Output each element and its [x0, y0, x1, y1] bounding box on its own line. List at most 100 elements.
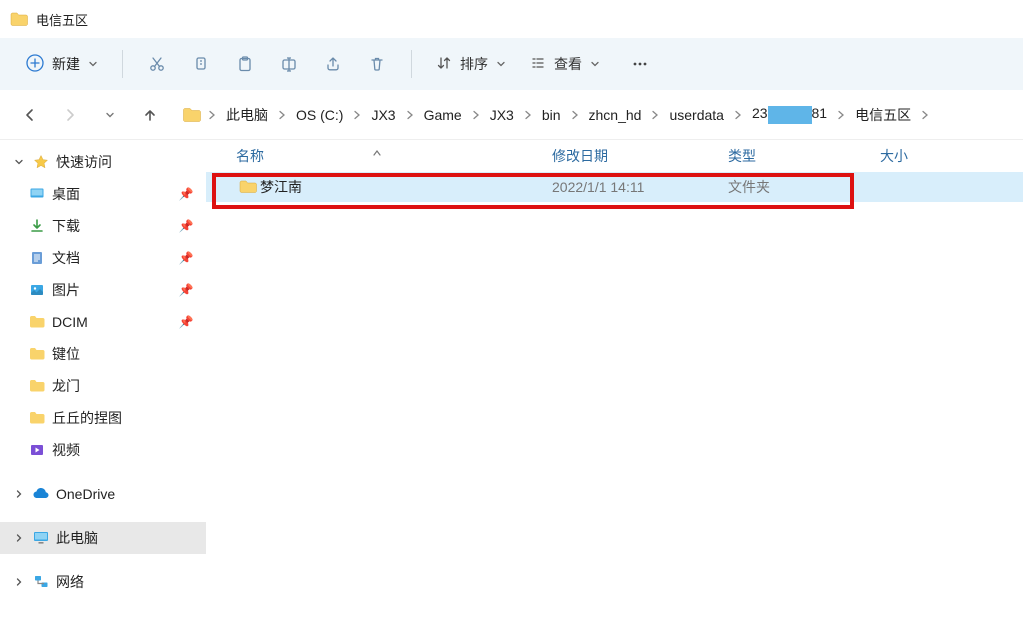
breadcrumb-item[interactable]: bin [536, 103, 567, 127]
sidebar-item-folder[interactable]: 丘丘的捏图 [0, 402, 206, 434]
column-header-name[interactable]: 名称 [236, 146, 552, 166]
up-button[interactable] [134, 99, 166, 131]
pin-icon: 📌 [178, 283, 194, 297]
pin-icon: 📌 [178, 315, 194, 329]
sidebar-item-pictures[interactable]: 图片 📌 [0, 274, 206, 306]
sidebar-label: 桌面 [52, 184, 172, 204]
cut-button[interactable] [137, 46, 177, 82]
file-list: 名称 修改日期 类型 大小 梦江南 2022/1/1 14:11 文件夹 [206, 140, 1023, 618]
sidebar-this-pc[interactable]: 此电脑 [0, 522, 206, 554]
breadcrumb-item-censored[interactable]: 23 81 [746, 101, 833, 127]
sidebar-label: 丘丘的捏图 [52, 408, 206, 428]
breadcrumb-item[interactable]: Game [418, 103, 468, 127]
chevron-right-icon[interactable] [522, 110, 534, 120]
nav-row: 此电脑 OS (C:) JX3 Game JX3 bin zhcn_hd use… [0, 90, 1023, 140]
column-header-type[interactable]: 类型 [728, 146, 880, 166]
folder-icon [182, 107, 202, 123]
sidebar-item-documents[interactable]: 文档 📌 [0, 242, 206, 274]
back-button[interactable] [14, 99, 46, 131]
sidebar-label: 图片 [52, 280, 172, 300]
breadcrumb-censored-suffix: 81 [812, 105, 828, 121]
delete-button[interactable] [357, 46, 397, 82]
breadcrumb[interactable]: 此电脑 OS (C:) JX3 Game JX3 bin zhcn_hd use… [182, 101, 1009, 129]
sort-icon [436, 55, 452, 74]
folder-icon [28, 377, 46, 395]
view-icon [530, 55, 546, 74]
title-bar: 电信五区 [0, 0, 1023, 38]
file-date: 2022/1/1 14:11 [552, 179, 728, 195]
sidebar-item-folder[interactable]: 龙门 [0, 370, 206, 402]
censored-block [768, 106, 812, 124]
chevron-right-icon[interactable] [276, 110, 288, 120]
sidebar-label: 视频 [52, 440, 206, 460]
chevron-right-icon[interactable] [470, 110, 482, 120]
chevron-down-icon[interactable] [12, 155, 26, 169]
sort-button[interactable]: 排序 [426, 48, 516, 80]
desktop-icon [28, 185, 46, 203]
view-label: 查看 [554, 54, 582, 74]
view-button[interactable]: 查看 [520, 48, 610, 80]
new-button[interactable]: 新建 [16, 48, 108, 81]
column-label: 修改日期 [552, 148, 608, 164]
document-icon [28, 249, 46, 267]
toolbar: 新建 排序 查看 [0, 38, 1023, 90]
copy-button[interactable] [181, 46, 221, 82]
sidebar-label: 下载 [52, 216, 172, 236]
chevron-right-icon[interactable] [732, 110, 744, 120]
recent-dropdown[interactable] [94, 99, 126, 131]
chevron-down-icon [88, 56, 98, 72]
chevron-right-icon[interactable] [919, 110, 931, 120]
file-name: 梦江南 [260, 177, 552, 197]
share-button[interactable] [313, 46, 353, 82]
rename-button[interactable] [269, 46, 309, 82]
breadcrumb-item[interactable]: JX3 [484, 103, 520, 127]
chevron-right-icon[interactable] [835, 110, 847, 120]
sidebar-label: 此电脑 [56, 528, 206, 548]
column-header-size[interactable]: 大小 [880, 146, 1023, 166]
breadcrumb-item-current[interactable]: 电信五区 [849, 101, 917, 129]
chevron-down-icon [496, 56, 506, 72]
sort-label: 排序 [460, 54, 488, 74]
plus-icon [26, 54, 44, 75]
chevron-right-icon[interactable] [404, 110, 416, 120]
sidebar-network[interactable]: 网络 [0, 566, 206, 598]
more-button[interactable] [620, 46, 660, 82]
breadcrumb-item[interactable]: JX3 [365, 103, 401, 127]
chevron-right-icon[interactable] [569, 110, 581, 120]
folder-icon [236, 180, 260, 194]
sidebar-label: 文档 [52, 248, 172, 268]
chevron-right-icon[interactable] [12, 575, 26, 589]
sidebar-quick-access[interactable]: 快速访问 [0, 146, 206, 178]
chevron-right-icon[interactable] [12, 487, 26, 501]
chevron-right-icon[interactable] [351, 110, 363, 120]
file-type: 文件夹 [728, 177, 880, 197]
sidebar-item-downloads[interactable]: 下载 📌 [0, 210, 206, 242]
folder-icon [28, 409, 46, 427]
sidebar-item-dcim[interactable]: DCIM 📌 [0, 306, 206, 338]
forward-button[interactable] [54, 99, 86, 131]
network-icon [32, 573, 50, 591]
folder-icon [28, 313, 46, 331]
sidebar-label: DCIM [52, 314, 172, 330]
chevron-right-icon[interactable] [649, 110, 661, 120]
sidebar-item-videos[interactable]: 视频 [0, 434, 206, 466]
chevron-right-icon[interactable] [12, 531, 26, 545]
chevron-right-icon[interactable] [206, 110, 218, 120]
picture-icon [28, 281, 46, 299]
breadcrumb-item[interactable]: 此电脑 [220, 101, 274, 129]
breadcrumb-item[interactable]: OS (C:) [290, 103, 349, 127]
sidebar-item-folder[interactable]: 键位 [0, 338, 206, 370]
sidebar-item-desktop[interactable]: 桌面 📌 [0, 178, 206, 210]
paste-button[interactable] [225, 46, 265, 82]
new-label: 新建 [52, 54, 80, 74]
breadcrumb-item[interactable]: zhcn_hd [583, 103, 648, 127]
column-header-date[interactable]: 修改日期 [552, 146, 728, 166]
pin-icon: 📌 [178, 187, 194, 201]
folder-icon [10, 12, 28, 26]
breadcrumb-censored-prefix: 23 [752, 105, 768, 121]
file-row[interactable]: 梦江南 2022/1/1 14:11 文件夹 [206, 172, 1023, 202]
sidebar-onedrive[interactable]: OneDrive [0, 478, 206, 510]
star-icon [32, 153, 50, 171]
breadcrumb-item[interactable]: userdata [663, 103, 729, 127]
folder-icon [28, 345, 46, 363]
